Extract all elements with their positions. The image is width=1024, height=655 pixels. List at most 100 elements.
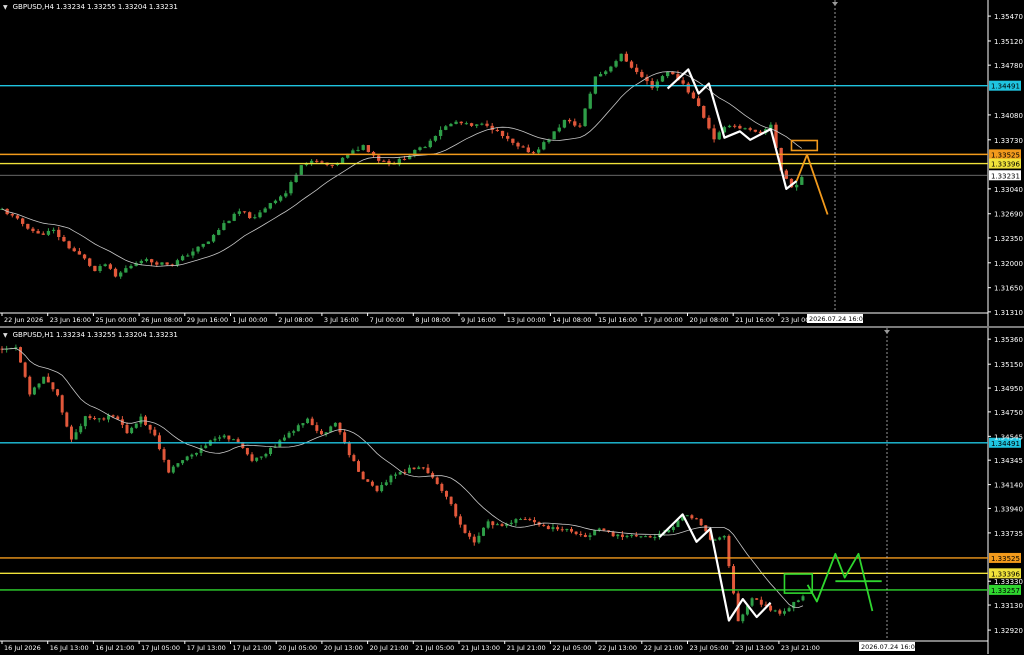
y-tick-label: 1.33040 (994, 186, 1023, 194)
candle-body (36, 231, 40, 234)
candle-body (681, 80, 685, 84)
y-tick-label: 1.32000 (994, 260, 1023, 268)
candle-body (685, 515, 689, 517)
candle-body (431, 473, 435, 478)
x-tick-label: 15 Jul 16:00 (598, 316, 637, 324)
h1-low: 1.33204 (117, 331, 147, 339)
candle-body (665, 71, 670, 77)
candle-body (475, 124, 479, 126)
x-tick-label: 17 Jul 05:00 (141, 644, 180, 652)
candle-body (398, 472, 402, 475)
x-tick-label: 2 Jul 08:00 (278, 316, 313, 324)
candle-body (619, 53, 623, 62)
candle-body (750, 598, 754, 606)
candle-body (111, 415, 115, 417)
triangle-down-icon[interactable]: ▼ (3, 332, 8, 339)
candle-body (690, 515, 694, 519)
candle-body (315, 160, 319, 162)
candle-body (472, 536, 476, 543)
x-tick-label: 22 Jul 05:00 (552, 644, 591, 652)
candle-body (88, 258, 92, 266)
candle-body (495, 524, 499, 526)
x-tick-label: 29 Jun 16:00 (187, 316, 228, 324)
candle-body (611, 531, 615, 537)
candle-body (616, 534, 620, 537)
candle-body (521, 146, 525, 148)
x-tick-label: 23 Jun 16:00 (50, 316, 91, 324)
y-tick-label: 1.35470 (994, 13, 1023, 21)
candle-body (480, 123, 484, 125)
candle-body (458, 516, 462, 525)
candle-body (769, 605, 773, 611)
candle-body (181, 460, 185, 464)
candle-body (421, 467, 425, 469)
candle-body (19, 347, 23, 363)
candle-body (139, 416, 143, 424)
level-label-yellow: 1.33396 (991, 161, 1020, 169)
x-tick-label: 21 Jul 13:00 (461, 644, 500, 652)
candle-body (149, 259, 154, 263)
candle-body (519, 519, 523, 521)
candle-body (702, 105, 706, 118)
candle-body (583, 108, 587, 127)
h1-chart-svg[interactable]: 1.344911.335251.333961.332571.353601.351… (0, 328, 1024, 655)
h4-low: 1.33204 (117, 3, 147, 11)
x-tick-label: 20 Jul 13:00 (324, 644, 363, 652)
candle-body (778, 610, 782, 614)
candle-body (800, 177, 804, 185)
candle-body (250, 454, 254, 461)
candle-body (671, 527, 675, 531)
candle-body (500, 130, 505, 137)
candle-body (28, 376, 32, 395)
candle-body (629, 61, 634, 68)
candle-body (180, 256, 185, 261)
candle-body (500, 524, 504, 526)
candle-body (468, 532, 472, 537)
candle-body (340, 157, 345, 164)
candle-body (160, 262, 164, 265)
candle-body (588, 535, 592, 537)
candle-body (263, 208, 267, 213)
candle-body (97, 418, 101, 420)
h1-chart-pane[interactable]: 1.34491 1.33525 1.33396 1.33257 1.35360 1.351… (0, 328, 1024, 655)
candle-body (579, 533, 583, 535)
h4-chart-pane[interactable]: 1.34491 1.33525 1.33396 1.33231 1.35470 1.351… (0, 0, 1024, 327)
candle-body (655, 81, 659, 88)
candle-body (459, 121, 463, 124)
x-tick-label: 22 Jul 13:00 (598, 644, 637, 652)
candle-body (113, 268, 118, 277)
candle-body (258, 212, 262, 218)
h4-chart-svg[interactable]: 1.34491 1.33525 1.33396 1.33231 1.35470 1.351… (0, 0, 1024, 327)
candle-body (248, 212, 252, 219)
candle-body (542, 525, 546, 527)
candle-body (495, 129, 500, 131)
candle-body (108, 264, 113, 269)
candle-body (536, 149, 541, 153)
y-tick-label: 1.33735 (994, 530, 1023, 538)
candle-body (310, 418, 314, 426)
x-tick-label: 8 Jul 08:00 (415, 316, 450, 324)
triangle-down-icon[interactable]: ▼ (3, 4, 8, 11)
h1-close: 1.33231 (148, 331, 178, 339)
candle-body (435, 477, 439, 484)
candle-body (222, 223, 226, 230)
candle-body (222, 435, 226, 438)
candle-body (232, 439, 235, 441)
candle-body (253, 217, 257, 219)
candle-body (717, 132, 721, 140)
h4-close: 1.33231 (148, 3, 178, 11)
candle-body (511, 138, 515, 143)
candle-body (242, 211, 247, 213)
candle-body (444, 490, 448, 497)
candle-body (167, 459, 171, 473)
white-zigzag-pattern (658, 513, 772, 622)
candle-body (306, 418, 310, 424)
candle-body (10, 214, 14, 216)
candle-body (366, 479, 370, 482)
candle-body (74, 432, 78, 440)
moving-average-line (1, 71, 803, 267)
candle-body (630, 535, 634, 537)
candle-body (741, 614, 745, 622)
candle-body (351, 150, 355, 154)
candle-body (65, 412, 69, 427)
